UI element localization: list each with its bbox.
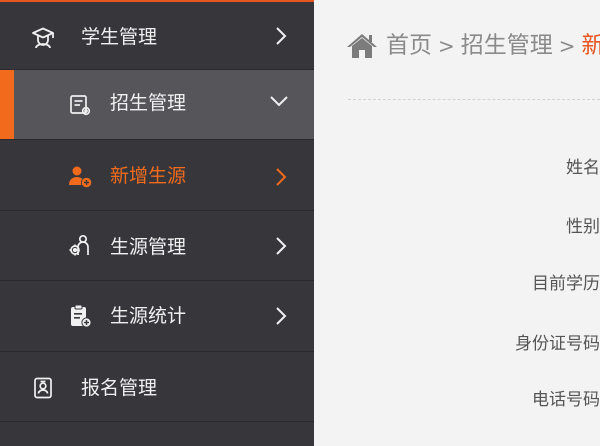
breadcrumb-separator: >	[558, 33, 576, 58]
chevron-right-icon	[274, 305, 288, 327]
chevron-down-icon	[268, 94, 290, 108]
enrollment-gear-icon	[68, 93, 92, 117]
breadcrumb-enrollment-link[interactable]: 招生管理	[461, 33, 553, 59]
divider	[348, 99, 600, 100]
label-name: 姓名	[566, 158, 600, 178]
label-education: 目前学历	[532, 274, 600, 294]
chevron-right-icon	[274, 166, 288, 188]
breadcrumb-home-link[interactable]: 首页	[386, 33, 432, 59]
graduate-icon	[31, 26, 55, 50]
sidebar: 学生管理 招生管理 新增生源 生源管理 生源统计 报名管理	[0, 2, 314, 446]
main-content: 首页 > 招生管理 > 新 姓名 性别 目前学历 身份证号码 电话号码	[314, 0, 600, 446]
sidebar-item-source-management[interactable]: 生源管理	[0, 211, 314, 281]
active-accent-bar	[0, 70, 14, 139]
label-phone: 电话号码	[532, 390, 600, 410]
sidebar-item-label: 新增生源	[110, 165, 187, 187]
sidebar-item-label: 报名管理	[81, 377, 158, 399]
clipboard-stats-icon	[68, 304, 92, 328]
chevron-right-icon	[274, 25, 288, 47]
sidebar-item-add-student-source[interactable]: 新增生源	[0, 140, 314, 211]
breadcrumb-current: 新	[581, 32, 600, 59]
home-icon[interactable]	[346, 32, 378, 60]
sidebar-item-label: 学生管理	[81, 26, 158, 48]
user-gear-icon	[68, 234, 92, 258]
breadcrumb-separator: >	[438, 33, 455, 58]
sidebar-item-label: 生源管理	[110, 236, 187, 258]
chevron-right-icon	[274, 235, 288, 257]
id-card-icon	[31, 376, 55, 400]
sidebar-item-label: 招生管理	[110, 92, 187, 114]
label-gender: 性别	[566, 217, 600, 237]
label-id-number: 身份证号码	[515, 334, 600, 354]
sidebar-item-student-management[interactable]: 学生管理	[0, 2, 314, 70]
sidebar-item-registration-management[interactable]: 报名管理	[0, 352, 314, 422]
add-user-icon	[68, 164, 92, 188]
breadcrumb: 首页 > 招生管理 > 新	[346, 30, 600, 60]
sidebar-item-label: 生源统计	[110, 305, 187, 327]
sidebar-item-source-statistics[interactable]: 生源统计	[0, 281, 314, 352]
sidebar-item-enrollment-management[interactable]: 招生管理	[0, 70, 314, 140]
